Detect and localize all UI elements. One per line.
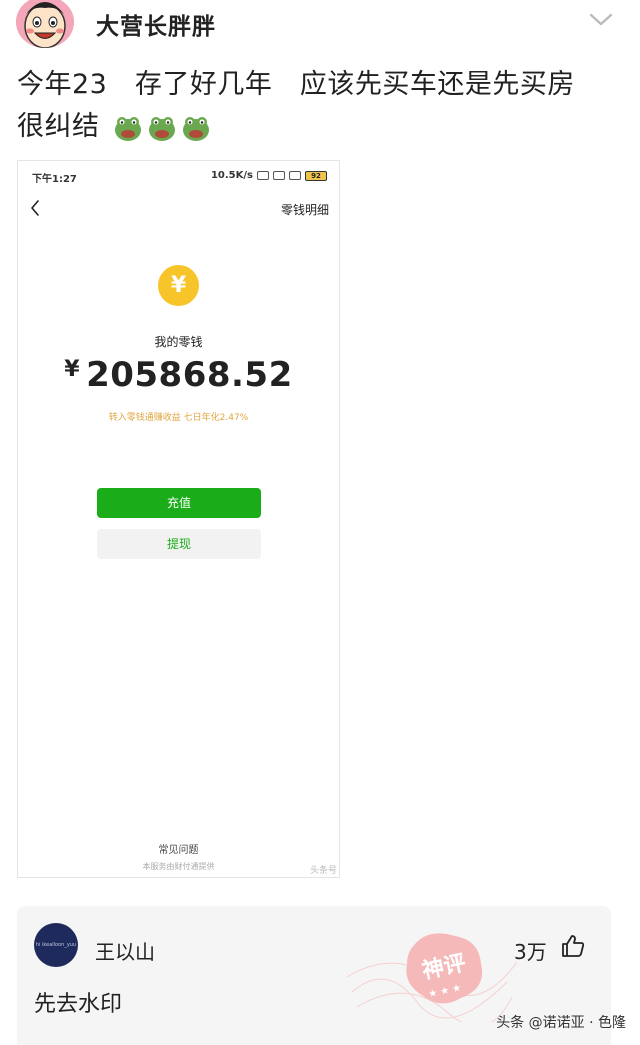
- frog-face-icon: [182, 116, 209, 141]
- alarm-icon: [257, 171, 269, 180]
- commenter-name[interactable]: 王以山: [95, 936, 155, 965]
- cartoon-face-icon: [16, 0, 74, 48]
- emoji-row: [113, 113, 211, 143]
- provider-note: 本服务由财付通提供: [142, 862, 215, 871]
- faq-link[interactable]: 常见问题: [18, 841, 339, 856]
- yuan-coin-icon: ¥: [158, 265, 199, 306]
- comment-text: 先去水印: [34, 992, 123, 1017]
- post-header: 大营长胖胖: [0, 0, 640, 50]
- chevron-down-icon[interactable]: [588, 10, 614, 30]
- status-bar: 下午1:27 10.5K/s 92: [18, 161, 339, 191]
- balance-value: 205868.52: [86, 355, 293, 395]
- wallet-screenshot[interactable]: 下午1:27 10.5K/s 92 零钱明细 ¥ 我的零钱 ¥205868.52…: [17, 160, 340, 878]
- recharge-button[interactable]: 充值: [97, 488, 261, 518]
- net-speed: 10.5K/s: [210, 170, 253, 181]
- frog-face-icon: [148, 116, 175, 141]
- author-avatar[interactable]: [16, 0, 74, 48]
- post-line-2: 很纠结: [17, 111, 100, 142]
- author-name[interactable]: 大营长胖胖: [96, 7, 216, 41]
- balance-amount: ¥205868.52: [18, 355, 339, 395]
- status-icons: 10.5K/s 92: [211, 170, 327, 181]
- status-time: 下午1:27: [32, 174, 77, 185]
- nav-bar: 零钱明细: [18, 197, 339, 221]
- thumbs-up-icon[interactable]: [560, 933, 586, 959]
- balance-label: 我的零钱: [154, 335, 203, 349]
- watermark: 头条号: [309, 866, 337, 876]
- interest-link[interactable]: 转入零钱通赚收益 七日年化2.47%: [18, 410, 339, 423]
- signal-icon: [289, 171, 301, 180]
- post-text: 今年23 存了好几年 应该先买车还是先买房 很纠结: [17, 64, 623, 148]
- hot-comment-stamp: 神评 ★ ★ ★: [347, 933, 517, 1022]
- footer-credit: 头条 @诺诺亚 · 色隆: [496, 1015, 626, 1031]
- frog-face-icon: [114, 116, 141, 141]
- commenter-avatar[interactable]: hi ikealloon_yuu: [34, 923, 78, 967]
- like-count: 3万: [514, 940, 547, 964]
- battery-icon: 92: [305, 170, 327, 181]
- signal-icon: [273, 171, 285, 180]
- currency-symbol: ¥: [64, 357, 81, 382]
- change-detail-link[interactable]: 零钱明细: [281, 201, 329, 218]
- back-arrow-icon[interactable]: [26, 197, 44, 219]
- post-line-1: 今年23 存了好几年 应该先买车还是先买房: [17, 69, 575, 100]
- withdraw-button[interactable]: 提现: [97, 529, 261, 559]
